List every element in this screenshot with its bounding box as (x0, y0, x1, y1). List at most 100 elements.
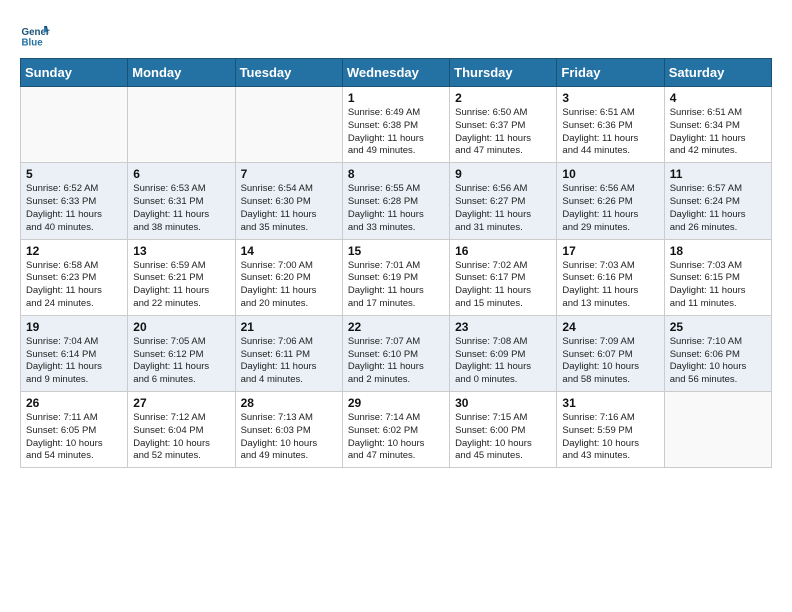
day-info: Sunrise: 7:09 AM Sunset: 6:07 PM Dayligh… (562, 336, 658, 387)
day-number: 16 (455, 244, 551, 258)
calendar-cell: 9 Sunrise: 6:56 AM Sunset: 6:27 PM Daylig… (450, 163, 557, 239)
calendar-cell: 3 Sunrise: 6:51 AM Sunset: 6:36 PM Daylig… (557, 87, 664, 163)
day-info: Sunrise: 7:06 AM Sunset: 6:11 PM Dayligh… (241, 336, 337, 387)
day-number: 17 (562, 244, 658, 258)
calendar-cell: 13Sunrise: 6:59 AM Sunset: 6:21 PM Dayli… (128, 239, 235, 315)
day-info: Sunrise: 7:00 AM Sunset: 6:20 PM Dayligh… (241, 260, 337, 311)
day-number: 24 (562, 320, 658, 334)
day-number: 29 (348, 396, 444, 410)
calendar-cell: 20 Sunrise: 7:05 AM Sunset: 6:12 PM Dayli… (128, 315, 235, 391)
col-header-saturday: Saturday (664, 59, 771, 87)
calendar-cell: 27 Sunrise: 7:12 AM Sunset: 6:04 PM Dayli… (128, 392, 235, 468)
calendar-cell (128, 87, 235, 163)
calendar-week-5: 26 Sunrise: 7:11 AM Sunset: 6:05 PM Dayli… (21, 392, 772, 468)
calendar-cell: 14 Sunrise: 7:00 AM Sunset: 6:20 PM Dayli… (235, 239, 342, 315)
day-number: 4 (670, 91, 766, 105)
calendar-cell (235, 87, 342, 163)
day-number: 26 (26, 396, 122, 410)
calendar-cell: 24 Sunrise: 7:09 AM Sunset: 6:07 PM Dayli… (557, 315, 664, 391)
calendar-cell: 10 Sunrise: 6:56 AM Sunset: 6:26 PM Dayli… (557, 163, 664, 239)
day-info: Sunrise: 7:13 AM Sunset: 6:03 PM Dayligh… (241, 412, 337, 463)
calendar-cell: 17 Sunrise: 7:03 AM Sunset: 6:16 PM Dayli… (557, 239, 664, 315)
day-number: 15 (348, 244, 444, 258)
day-info: Sunrise: 7:16 AM Sunset: 5:59 PM Dayligh… (562, 412, 658, 463)
col-header-tuesday: Tuesday (235, 59, 342, 87)
header: General Blue (20, 20, 772, 50)
day-number: 12 (26, 244, 122, 258)
calendar-cell: 1Sunrise: 6:49 AM Sunset: 6:38 PM Daylig… (342, 87, 449, 163)
calendar-cell (21, 87, 128, 163)
day-info: Sunrise: 6:53 AM Sunset: 6:31 PM Dayligh… (133, 183, 229, 234)
day-info: Sunrise: 6:51 AM Sunset: 6:36 PM Dayligh… (562, 107, 658, 158)
col-header-sunday: Sunday (21, 59, 128, 87)
calendar-week-2: 5 Sunrise: 6:52 AM Sunset: 6:33 PM Daylig… (21, 163, 772, 239)
day-number: 23 (455, 320, 551, 334)
day-info: Sunrise: 7:11 AM Sunset: 6:05 PM Dayligh… (26, 412, 122, 463)
calendar-cell: 12 Sunrise: 6:58 AM Sunset: 6:23 PM Dayli… (21, 239, 128, 315)
calendar-cell: 31 Sunrise: 7:16 AM Sunset: 5:59 PM Dayli… (557, 392, 664, 468)
day-number: 5 (26, 167, 122, 181)
page-container: General Blue SundayMondayTuesdayWednesda… (0, 0, 792, 478)
day-info: Sunrise: 6:50 AM Sunset: 6:37 PM Dayligh… (455, 107, 551, 158)
day-number: 11 (670, 167, 766, 181)
calendar-cell: 5 Sunrise: 6:52 AM Sunset: 6:33 PM Daylig… (21, 163, 128, 239)
col-header-monday: Monday (128, 59, 235, 87)
day-info: Sunrise: 7:07 AM Sunset: 6:10 PM Dayligh… (348, 336, 444, 387)
calendar-cell: 4Sunrise: 6:51 AM Sunset: 6:34 PM Daylig… (664, 87, 771, 163)
day-number: 28 (241, 396, 337, 410)
calendar-cell: 21Sunrise: 7:06 AM Sunset: 6:11 PM Dayli… (235, 315, 342, 391)
day-info: Sunrise: 6:54 AM Sunset: 6:30 PM Dayligh… (241, 183, 337, 234)
day-number: 19 (26, 320, 122, 334)
day-info: Sunrise: 7:01 AM Sunset: 6:19 PM Dayligh… (348, 260, 444, 311)
day-info: Sunrise: 7:10 AM Sunset: 6:06 PM Dayligh… (670, 336, 766, 387)
day-number: 6 (133, 167, 229, 181)
day-number: 27 (133, 396, 229, 410)
calendar-cell: 11 Sunrise: 6:57 AM Sunset: 6:24 PM Dayli… (664, 163, 771, 239)
calendar-cell: 23 Sunrise: 7:08 AM Sunset: 6:09 PM Dayli… (450, 315, 557, 391)
day-number: 20 (133, 320, 229, 334)
day-number: 22 (348, 320, 444, 334)
day-number: 25 (670, 320, 766, 334)
day-number: 30 (455, 396, 551, 410)
calendar-header-row: SundayMondayTuesdayWednesdayThursdayFrid… (21, 59, 772, 87)
day-info: Sunrise: 6:59 AM Sunset: 6:21 PM Dayligh… (133, 260, 229, 311)
col-header-wednesday: Wednesday (342, 59, 449, 87)
day-info: Sunrise: 6:56 AM Sunset: 6:26 PM Dayligh… (562, 183, 658, 234)
day-info: Sunrise: 6:56 AM Sunset: 6:27 PM Dayligh… (455, 183, 551, 234)
col-header-friday: Friday (557, 59, 664, 87)
calendar-week-4: 19 Sunrise: 7:04 AM Sunset: 6:14 PM Dayli… (21, 315, 772, 391)
day-info: Sunrise: 6:58 AM Sunset: 6:23 PM Dayligh… (26, 260, 122, 311)
day-number: 9 (455, 167, 551, 181)
day-info: Sunrise: 6:55 AM Sunset: 6:28 PM Dayligh… (348, 183, 444, 234)
day-info: Sunrise: 7:15 AM Sunset: 6:00 PM Dayligh… (455, 412, 551, 463)
day-number: 3 (562, 91, 658, 105)
day-info: Sunrise: 7:08 AM Sunset: 6:09 PM Dayligh… (455, 336, 551, 387)
day-number: 14 (241, 244, 337, 258)
calendar-cell: 18Sunrise: 7:03 AM Sunset: 6:15 PM Dayli… (664, 239, 771, 315)
day-number: 8 (348, 167, 444, 181)
calendar-week-1: 1Sunrise: 6:49 AM Sunset: 6:38 PM Daylig… (21, 87, 772, 163)
logo-icon: General Blue (20, 20, 50, 50)
day-info: Sunrise: 7:12 AM Sunset: 6:04 PM Dayligh… (133, 412, 229, 463)
day-number: 7 (241, 167, 337, 181)
calendar-cell: 16Sunrise: 7:02 AM Sunset: 6:17 PM Dayli… (450, 239, 557, 315)
calendar-cell: 15 Sunrise: 7:01 AM Sunset: 6:19 PM Dayli… (342, 239, 449, 315)
day-info: Sunrise: 7:03 AM Sunset: 6:15 PM Dayligh… (670, 260, 766, 311)
calendar-cell: 28 Sunrise: 7:13 AM Sunset: 6:03 PM Dayli… (235, 392, 342, 468)
day-info: Sunrise: 6:52 AM Sunset: 6:33 PM Dayligh… (26, 183, 122, 234)
day-info: Sunrise: 7:03 AM Sunset: 6:16 PM Dayligh… (562, 260, 658, 311)
calendar-cell: 25 Sunrise: 7:10 AM Sunset: 6:06 PM Dayli… (664, 315, 771, 391)
day-info: Sunrise: 6:57 AM Sunset: 6:24 PM Dayligh… (670, 183, 766, 234)
calendar-cell: 19 Sunrise: 7:04 AM Sunset: 6:14 PM Dayli… (21, 315, 128, 391)
day-number: 10 (562, 167, 658, 181)
day-number: 31 (562, 396, 658, 410)
day-info: Sunrise: 7:05 AM Sunset: 6:12 PM Dayligh… (133, 336, 229, 387)
calendar-cell: 30 Sunrise: 7:15 AM Sunset: 6:00 PM Dayli… (450, 392, 557, 468)
day-info: Sunrise: 7:14 AM Sunset: 6:02 PM Dayligh… (348, 412, 444, 463)
calendar-cell: 2 Sunrise: 6:50 AM Sunset: 6:37 PM Daylig… (450, 87, 557, 163)
day-number: 2 (455, 91, 551, 105)
svg-text:Blue: Blue (22, 38, 44, 49)
day-info: Sunrise: 6:49 AM Sunset: 6:38 PM Dayligh… (348, 107, 444, 158)
calendar-cell: 6 Sunrise: 6:53 AM Sunset: 6:31 PM Daylig… (128, 163, 235, 239)
day-info: Sunrise: 7:04 AM Sunset: 6:14 PM Dayligh… (26, 336, 122, 387)
